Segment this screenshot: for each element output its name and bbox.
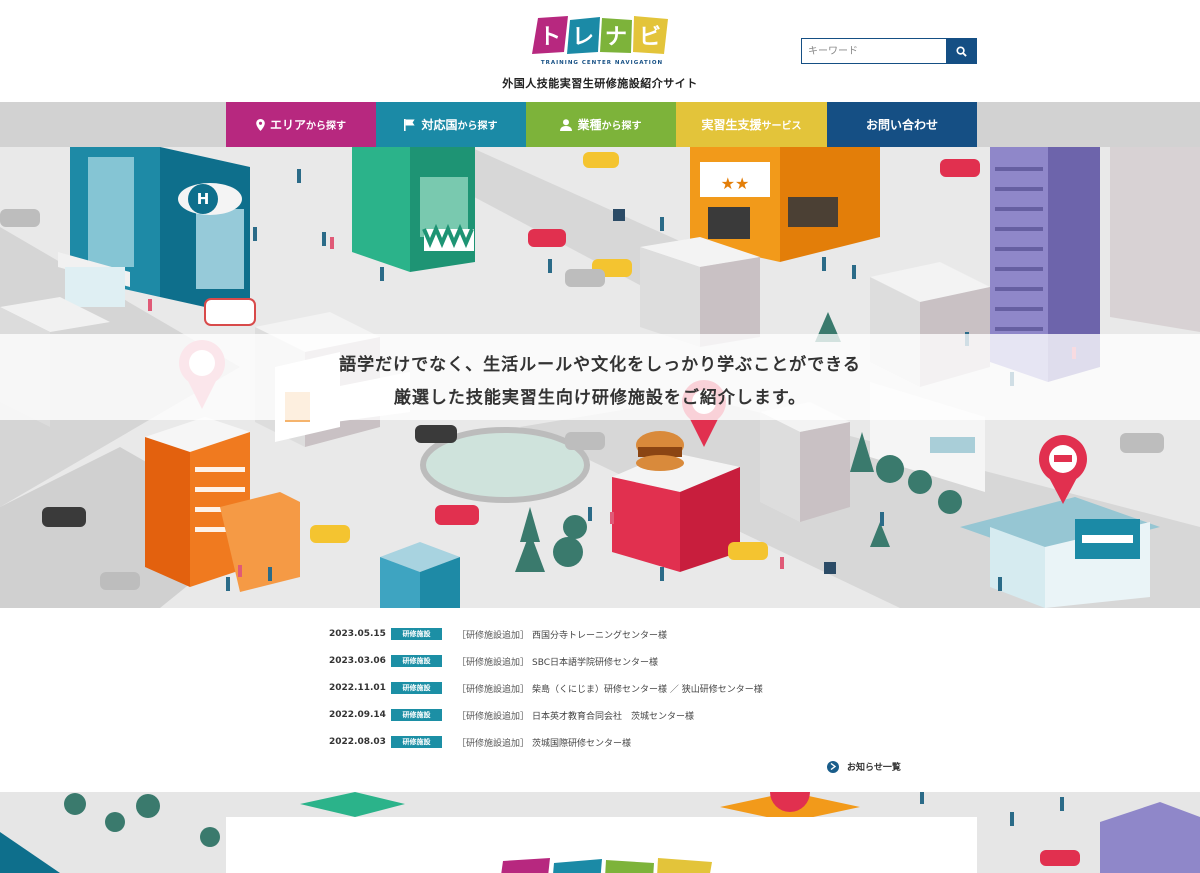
nav-item-industry[interactable]: 業種 から探す [526, 102, 676, 147]
site-subtitle: 外国人技能実習生研修施設紹介サイト [502, 77, 698, 90]
news-badge: 研修施設 [391, 628, 442, 640]
nav-sub-support: サービス [761, 121, 802, 132]
news-badge: 研修施設 [391, 682, 442, 694]
search-button[interactable] [946, 38, 977, 64]
news-date: 2022.09.14 [329, 710, 386, 720]
news-category: ［研修施設追加］ [457, 630, 530, 641]
nav-label-contact: お問い合わせ [865, 118, 938, 132]
news-title-link[interactable]: 柴島（くにじま）研修センター様 ／ 狭山研修センター様 [532, 682, 763, 695]
svg-text:H: H [197, 190, 210, 208]
nav-item-area[interactable]: エリア から探す [226, 102, 376, 147]
news-badge: 研修施設 [391, 709, 442, 721]
nav-item-support[interactable]: 実習生支援 サービス [676, 102, 827, 147]
nav-sub-country: から探す [457, 121, 498, 132]
search-form [801, 38, 977, 64]
flag-icon [404, 118, 416, 131]
news-item[interactable]: 2022.09.14 研修施設 ［研修施設追加］ 日本英才教育合同会社 茨城セン… [329, 708, 694, 722]
news-date: 2022.11.01 [329, 683, 386, 693]
news-badge: 研修施設 [391, 655, 442, 667]
logo-tagline: TRAINING CENTER NAVIGATION [541, 60, 663, 66]
chevron-right-icon [827, 760, 839, 773]
nav-sub-area: から探す [306, 121, 346, 132]
news-section: 2023.05.15 研修施設 ［研修施設追加］ 西国分寺トレーニングセンター様… [0, 608, 1200, 792]
news-item[interactable]: 2023.05.15 研修施設 ［研修施設追加］ 西国分寺トレーニングセンター様 [329, 627, 667, 641]
news-list-link[interactable]: お知らせ一覧 [827, 760, 901, 773]
nav-sub-industry: から探す [601, 121, 642, 132]
news-date: 2023.05.15 [329, 629, 386, 639]
news-badge: 研修施設 [391, 736, 442, 748]
site-logo[interactable]: ト レ ナ ビ TRAINING CENTER NAVIGATION [532, 14, 672, 68]
hero-text-line-2: 厳選した技能実習生向け研修施設をご紹介します。 [393, 388, 807, 408]
news-category: ［研修施設追加］ [457, 711, 530, 722]
main-nav: エリア から探す 対応国 から探す 業種 から探す 実習生支援 サービス お問い合わせ [226, 102, 977, 147]
news-item[interactable]: 2022.11.01 研修施設 ［研修施設追加］ 柴島（くにじま）研修センター様… [329, 681, 763, 695]
site-header: ト レ ナ ビ TRAINING CENTER NAVIGATION 外国人技能… [0, 0, 1200, 102]
footer-panel [226, 817, 977, 873]
svg-text:ビ: ビ [639, 25, 661, 50]
news-category: ［研修施設追加］ [457, 657, 530, 668]
nav-label-country: 対応国 [421, 118, 458, 132]
svg-text:★★: ★★ [721, 174, 750, 193]
news-list-label: お知らせ一覧 [847, 763, 901, 773]
person-icon [560, 118, 573, 131]
news-date: 2023.03.06 [329, 656, 386, 666]
nav-label-support: 実習生支援 [701, 118, 762, 132]
news-item[interactable]: 2022.08.03 研修施設 ［研修施設追加］ 茨城国際研修センター様 [329, 735, 631, 749]
hero-text-line-1: 語学だけでなく、生活ルールや文化をしっかり学ぶことができる [339, 355, 861, 375]
nav-label-industry: 業種 [577, 118, 602, 132]
map-pin-icon [256, 118, 265, 131]
svg-text:ト: ト [539, 25, 561, 50]
news-date: 2022.08.03 [329, 737, 386, 747]
search-input[interactable] [801, 38, 946, 64]
footer-illustration [0, 792, 1200, 873]
news-title-link[interactable]: 日本英才教育合同会社 茨城センター様 [532, 709, 694, 722]
news-category: ［研修施設追加］ [457, 738, 530, 749]
news-category: ［研修施設追加］ [457, 684, 530, 695]
svg-text:レ: レ [572, 25, 594, 50]
nav-item-contact[interactable]: お問い合わせ [827, 102, 977, 147]
news-title-link[interactable]: 西国分寺トレーニングセンター様 [532, 628, 667, 641]
footer-logo[interactable] [498, 855, 722, 873]
news-item[interactable]: 2023.03.06 研修施設 ［研修施設追加］ SBC日本語学院研修センター様 [329, 654, 658, 668]
news-title-link[interactable]: SBC日本語学院研修センター様 [532, 655, 658, 668]
nav-label-area: エリア [269, 118, 306, 132]
search-icon [956, 45, 967, 57]
hero-section: H ★★ 語学だけでなく、生活ルールや文化をしっかり学ぶことができる 厳選した技… [0, 147, 1200, 608]
svg-text:ナ: ナ [605, 25, 627, 50]
news-title-link[interactable]: 茨城国際研修センター様 [532, 736, 631, 749]
nav-item-country[interactable]: 対応国 から探す [376, 102, 526, 147]
